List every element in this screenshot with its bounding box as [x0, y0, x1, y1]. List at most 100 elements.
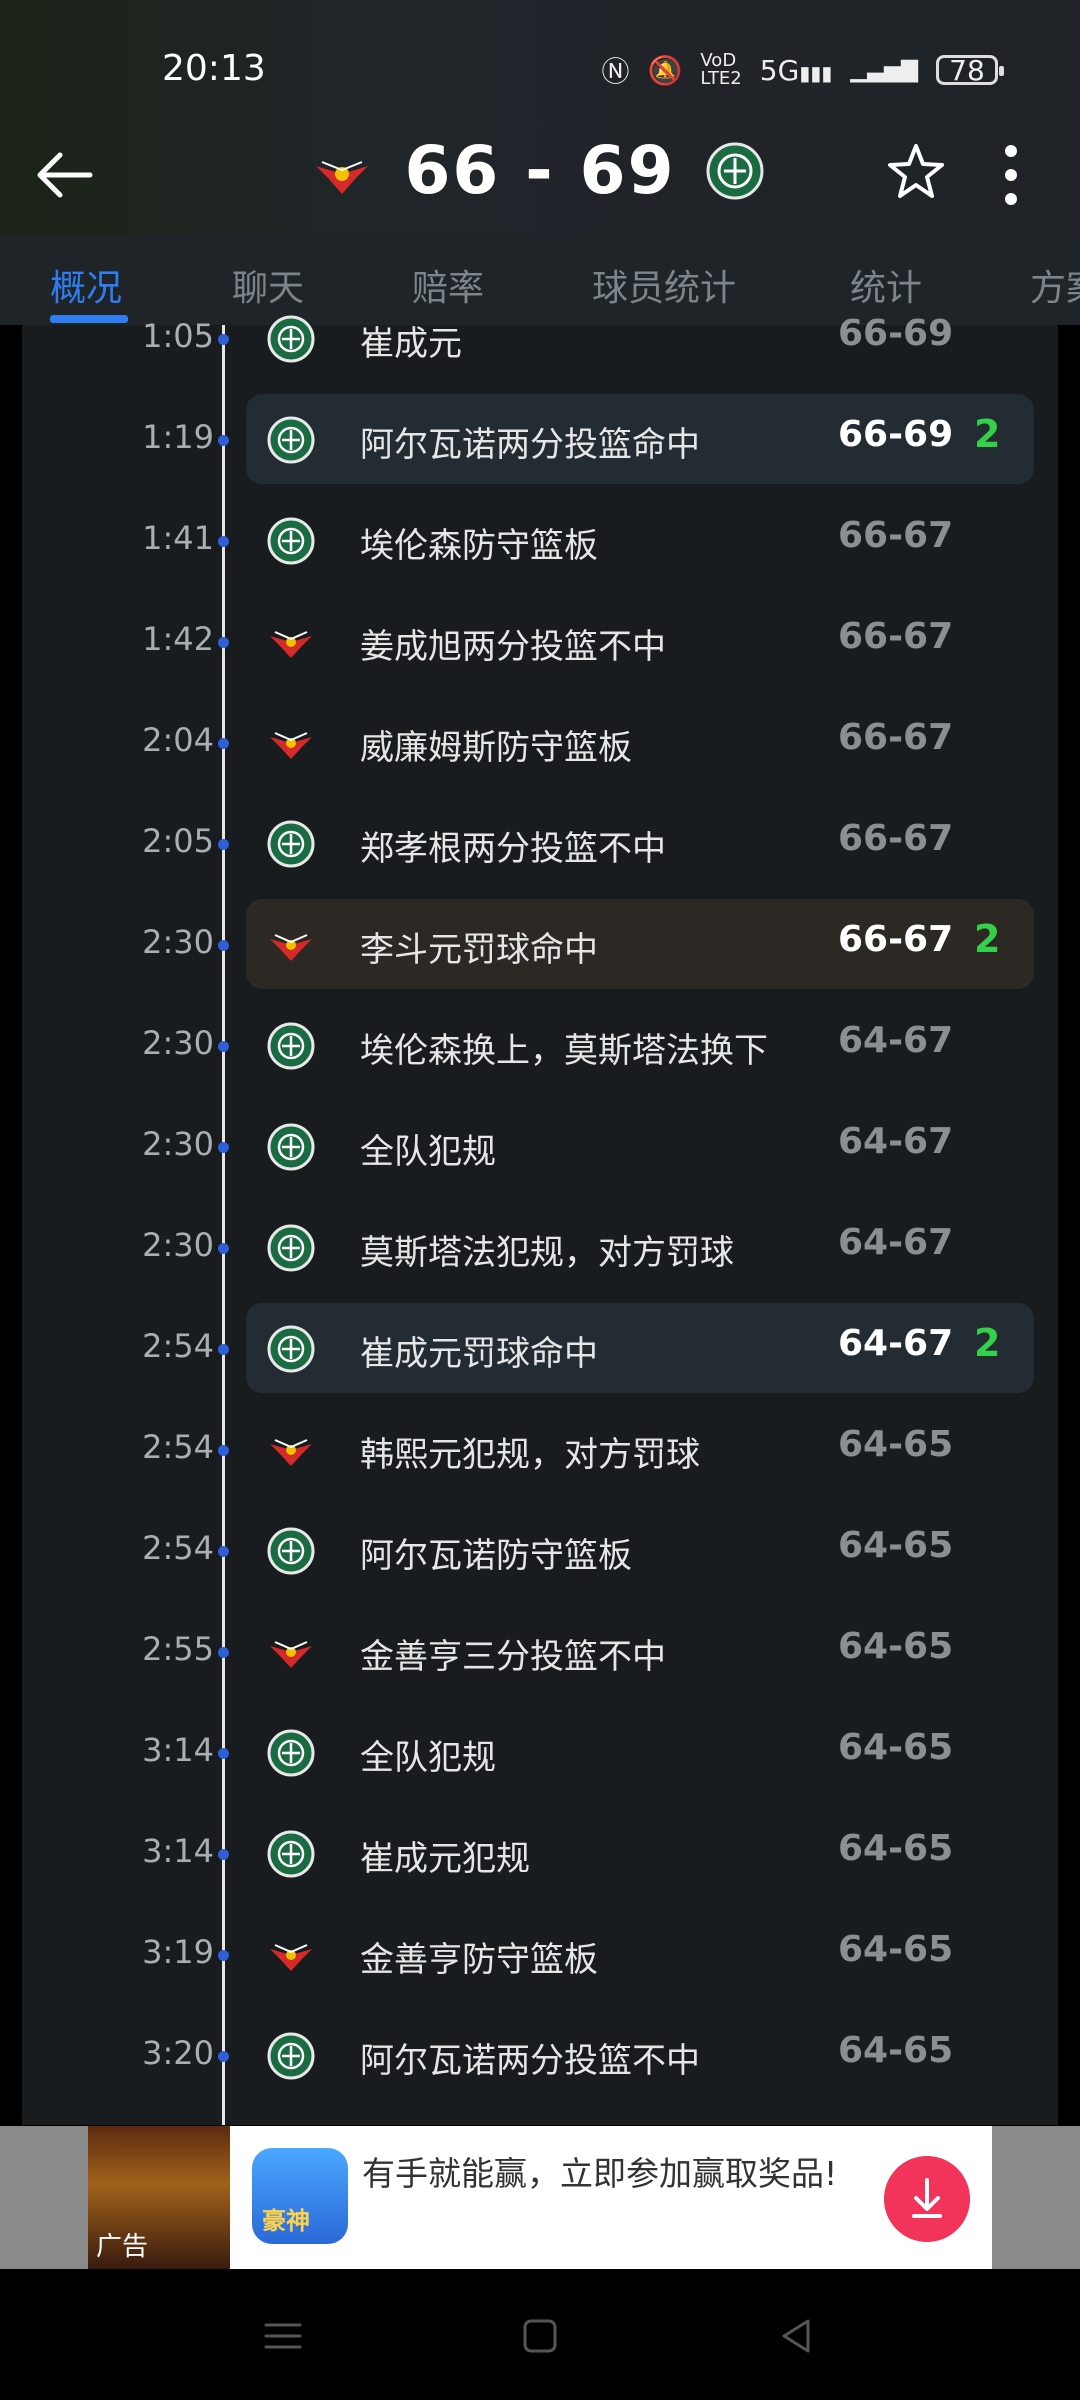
- event-score: 64-65: [838, 2030, 954, 2071]
- away-team-logo-icon[interactable]: [706, 142, 764, 200]
- away-team-logo-icon: [267, 1527, 315, 1575]
- feed-row[interactable]: 2:54 阿尔瓦诺防守篮板 64-65: [0, 1505, 1080, 1595]
- battery-icon: 78: [936, 53, 1004, 87]
- feed-row[interactable]: 3:14 崔成元犯规 64-65: [0, 1808, 1080, 1898]
- event-description: 金善亨防守篮板: [360, 1940, 598, 1980]
- feed-row[interactable]: 2:30 埃伦森换上，莫斯塔法换下 64-67: [0, 1000, 1080, 1090]
- ad-banner[interactable]: 广告 豪神 有手就能赢，立即参加赢取奖品!: [0, 2126, 1080, 2269]
- feed-row[interactable]: 2:30 莫斯塔法犯规，对方罚球 64-67: [0, 1202, 1080, 1292]
- event-time: 2:30: [142, 1125, 214, 1163]
- ad-app-icon-text: 豪神: [262, 2207, 310, 2235]
- event-description: 姜成旭两分投篮不中: [360, 627, 666, 667]
- away-team-logo-icon: [267, 1224, 315, 1272]
- feed-row[interactable]: 2:55 金善亨三分投篮不中 64-65: [0, 1606, 1080, 1696]
- timeline-dot: [218, 1445, 229, 1456]
- battery-level: 78: [949, 53, 985, 87]
- away-team-logo-icon: [267, 1123, 315, 1171]
- away-team-logo-icon: [267, 1729, 315, 1777]
- event-score: 64-65: [838, 1929, 954, 1970]
- event-score: 66-67: [838, 818, 954, 859]
- feed-row[interactable]: 2:04 威廉姆斯防守篮板 66-67: [0, 697, 1080, 787]
- event-score: 64-65: [838, 1525, 954, 1566]
- home-team-logo-icon: [267, 1628, 315, 1676]
- points-scored: 2: [974, 1321, 1001, 1365]
- timeline-dot: [218, 1041, 229, 1052]
- feed-row[interactable]: 3:20 阿尔瓦诺两分投篮不中 64-65: [0, 2010, 1080, 2100]
- event-description: 崔成元: [360, 324, 462, 364]
- event-description: 金善亨三分投篮不中: [360, 1637, 666, 1677]
- timeline-dot: [218, 1950, 229, 1961]
- play-by-play-feed[interactable]: 1:05 崔成元 66-69 1:19 阿尔瓦诺两分投篮命中 66-69 2 1:41 埃伦森防…: [0, 313, 1080, 2125]
- ad-image[interactable]: 广告: [88, 2126, 230, 2269]
- away-team-logo-icon: [267, 1325, 315, 1373]
- feed-row[interactable]: 1:41 埃伦森防守篮板 66-67: [0, 495, 1080, 585]
- status-bar: 20:13 Ⓝ 🔕 VoD LTE2 5G▮▮▮ ▁▃▅▇ 78: [0, 0, 1080, 140]
- network-label: 5G: [759, 53, 800, 87]
- home-team-logo-icon: [267, 1931, 315, 1979]
- event-time: 2:30: [142, 923, 214, 961]
- home-icon[interactable]: [515, 2311, 565, 2361]
- event-time: 1:42: [142, 620, 214, 658]
- feed-row[interactable]: 1:19 阿尔瓦诺两分投篮命中 66-69 2: [0, 394, 1080, 484]
- download-icon[interactable]: [884, 2156, 970, 2242]
- event-description: 韩熙元犯规，对方罚球: [360, 1435, 700, 1475]
- feed-row[interactable]: 2:54 韩熙元犯规，对方罚球 64-65: [0, 1404, 1080, 1494]
- home-team-logo-icon: [267, 719, 315, 767]
- event-time: 2:54: [142, 1327, 214, 1365]
- ad-text[interactable]: 有手就能赢，立即参加赢取奖品!: [362, 2152, 842, 2196]
- event-time: 2:30: [142, 1226, 214, 1264]
- away-team-logo-icon: [267, 1022, 315, 1070]
- timeline-dot: [218, 536, 229, 547]
- volte-icon: VoD LTE2: [700, 50, 742, 89]
- favorite-star-icon[interactable]: [884, 140, 948, 204]
- timeline-dot: [218, 2051, 229, 2062]
- event-time: 3:20: [142, 2034, 214, 2072]
- ad-app-icon[interactable]: 豪神: [252, 2148, 348, 2244]
- event-description: 埃伦森换上，莫斯塔法换下: [360, 1031, 768, 1071]
- event-score: 64-67: [838, 1323, 954, 1364]
- feed-row[interactable]: 3:19 金善亨防守篮板 64-65: [0, 1909, 1080, 1999]
- event-description: 全队犯规: [360, 1132, 496, 1172]
- away-team-logo-icon: [267, 2032, 315, 2080]
- feed-row[interactable]: 3:14 全队犯规 64-65: [0, 1707, 1080, 1797]
- feed-row[interactable]: 1:05 崔成元 66-69: [0, 293, 1080, 383]
- event-score: 66-67: [838, 515, 954, 556]
- timeline-dot: [218, 435, 229, 446]
- event-description: 埃伦森防守篮板: [360, 526, 598, 566]
- timeline-dot: [218, 940, 229, 951]
- menu-icon[interactable]: [258, 2311, 308, 2361]
- status-time: 20:13: [162, 48, 266, 89]
- timeline-dot: [218, 1344, 229, 1355]
- home-team-logo-icon: [267, 618, 315, 666]
- event-score: 64-65: [838, 1626, 954, 1667]
- event-score: 64-65: [838, 1727, 954, 1768]
- ad-label: 广告: [96, 2232, 149, 2262]
- timeline-dot: [218, 738, 229, 749]
- event-time: 2:54: [142, 1428, 214, 1466]
- more-options-icon[interactable]: [996, 142, 1026, 208]
- ad-content[interactable]: 广告 豪神 有手就能赢，立即参加赢取奖品!: [88, 2126, 992, 2269]
- feed-row[interactable]: 2:54 崔成元罚球命中 64-67 2: [0, 1303, 1080, 1393]
- back-nav-icon[interactable]: [772, 2311, 822, 2361]
- points-scored: 2: [974, 412, 1001, 456]
- signal-icon: 5G▮▮▮: [759, 53, 833, 87]
- away-team-logo-icon: [267, 315, 315, 363]
- feed-row[interactable]: 2:30 李斗元罚球命中 66-67 2: [0, 899, 1080, 989]
- points-scored: 2: [974, 917, 1001, 961]
- event-time: 2:04: [142, 721, 214, 759]
- signal2-icon: ▁▃▅▇: [850, 57, 918, 83]
- event-time: 2:54: [142, 1529, 214, 1567]
- event-time: 1:05: [142, 317, 214, 355]
- feed-row[interactable]: 2:30 全队犯规 64-67: [0, 1101, 1080, 1191]
- event-time: 2:55: [142, 1630, 214, 1668]
- feed-row[interactable]: 2:05 郑孝根两分投篮不中 66-67: [0, 798, 1080, 888]
- mute-icon: 🔕: [647, 53, 683, 87]
- home-team-logo-icon: [267, 1426, 315, 1474]
- event-score: 66-69: [838, 313, 954, 354]
- feed-row[interactable]: 1:42 姜成旭两分投篮不中 66-67: [0, 596, 1080, 686]
- event-score: 64-67: [838, 1020, 954, 1061]
- event-score: 64-65: [838, 1424, 954, 1465]
- away-team-logo-icon: [267, 1830, 315, 1878]
- timeline-dot: [218, 1849, 229, 1860]
- away-team-logo-icon: [267, 416, 315, 464]
